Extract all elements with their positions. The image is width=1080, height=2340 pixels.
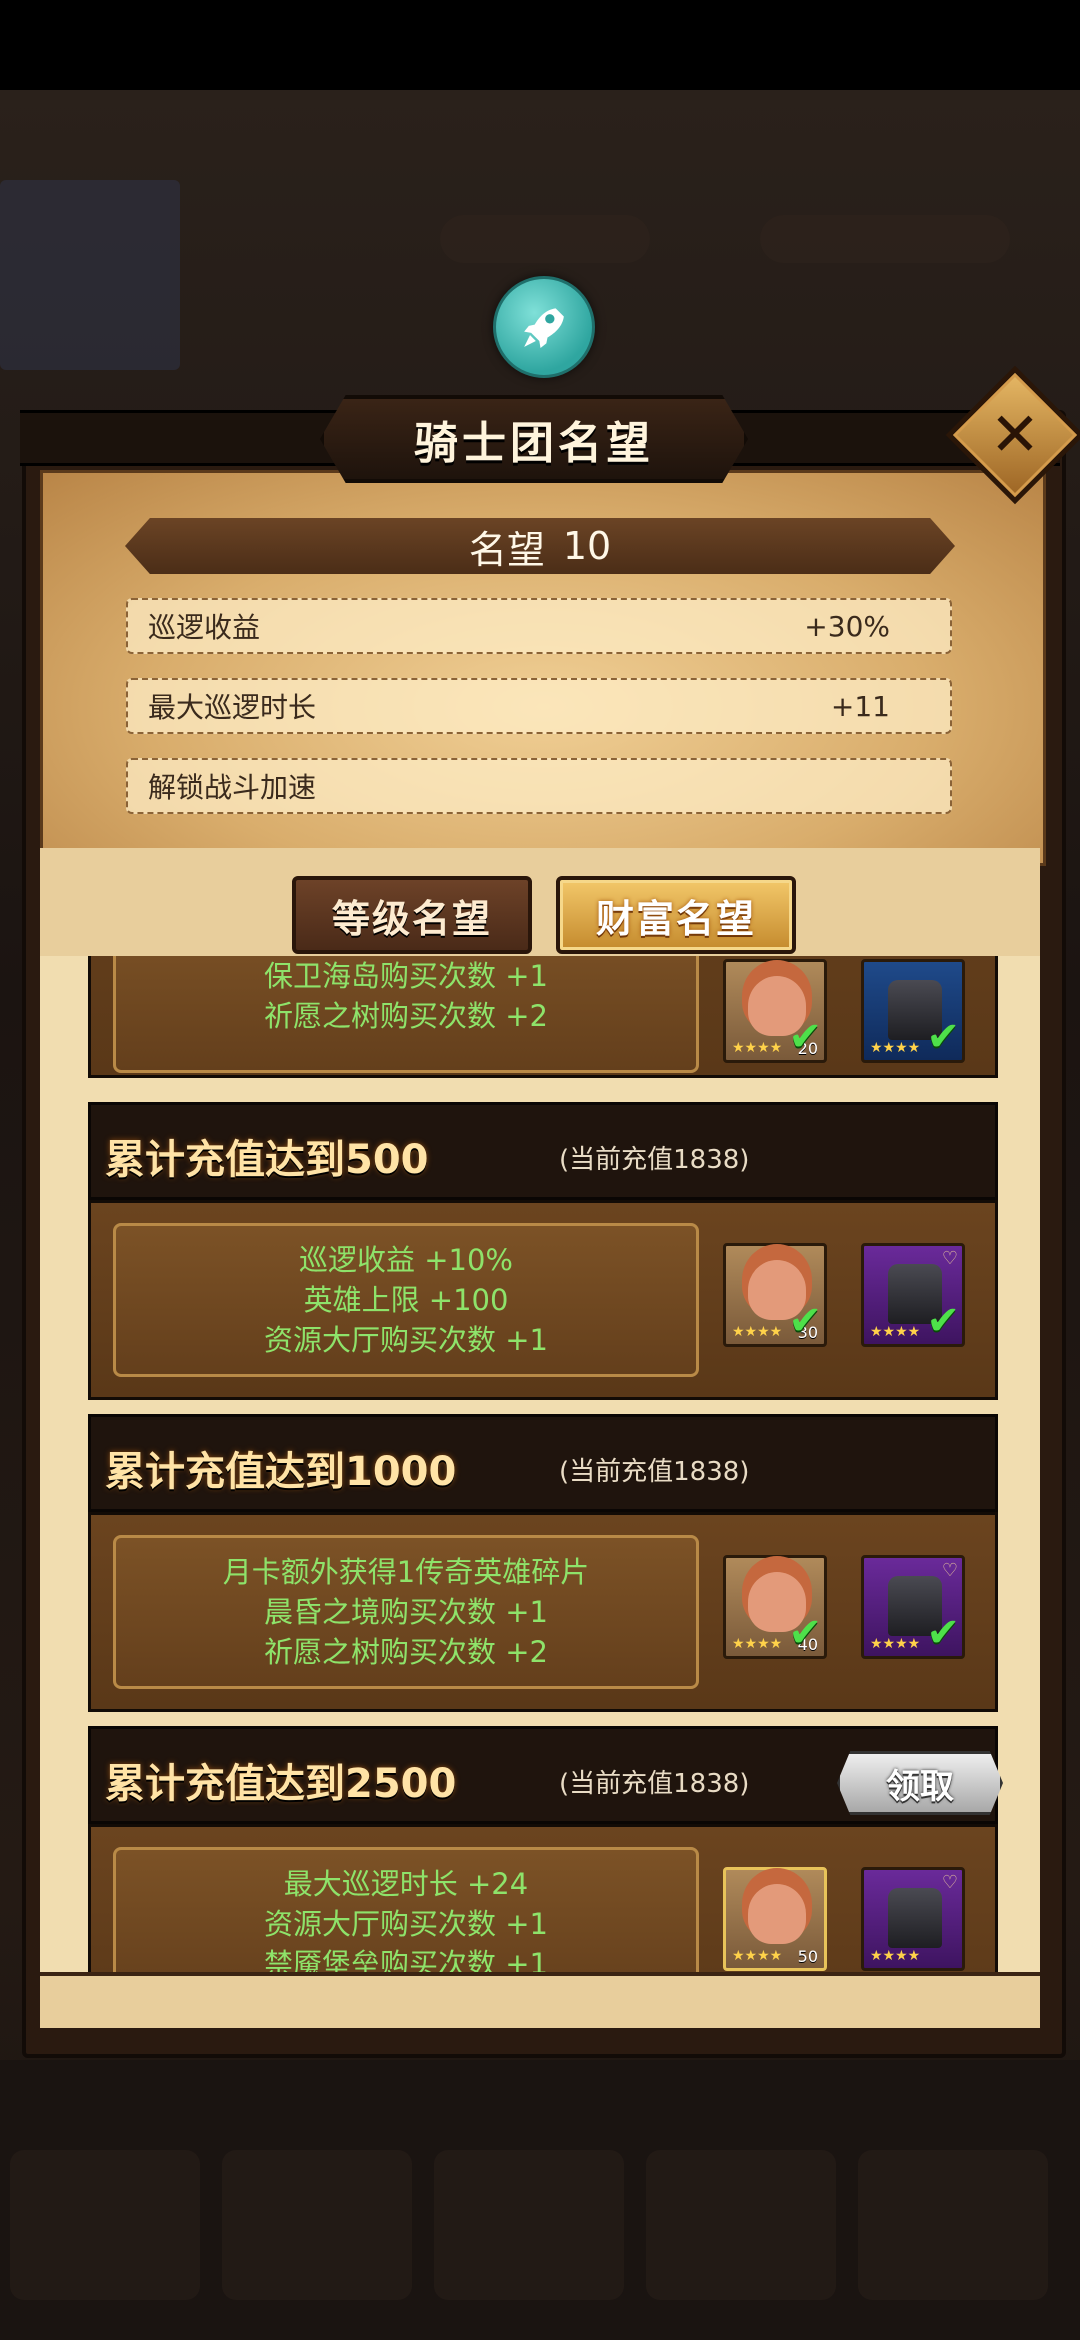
stars-icon: ★★★★ <box>870 1948 921 1964</box>
benefit-list: 月卡额外获得1传奇英雄碎片 晨昏之境购买次数 +1 祈愿之树购买次数 +2 <box>113 1535 699 1689</box>
benefit-text: 巡逻收益 +10% <box>299 1243 513 1277</box>
dock-slot <box>434 2150 624 2300</box>
status-bar <box>0 0 1080 90</box>
rocket-icon[interactable] <box>493 276 595 378</box>
tier-title: 累计充值达到2500 <box>105 1761 457 1807</box>
benefit-list: 巡逻收益 +10% 英雄上限 +100 资源大厅购买次数 +1 <box>113 1223 699 1377</box>
stars-icon: ★★★★ <box>870 1040 921 1056</box>
check-icon: ✔ <box>788 1014 822 1060</box>
tier-current-recharge: (当前充值1838) <box>559 1769 750 1799</box>
bonus-value: +30% <box>804 609 890 643</box>
tier-current-recharge: (当前充值1838) <box>559 1457 750 1487</box>
rocket-glyph <box>524 308 564 348</box>
tier-title: 累计充值达到1000 <box>105 1449 457 1495</box>
benefit-text: 禁魇堡垒购买次数 +1 <box>264 1947 548 1972</box>
heart-icon: ♡ <box>941 1560 958 1581</box>
tier-current-recharge: (当前充值1838) <box>559 1145 750 1175</box>
reward-hero-shard[interactable]: ★★★★ 40 ✔ <box>723 1555 827 1659</box>
tier-header: 累计充值达到2500 (当前充值1838) 领取 <box>88 1726 1003 1824</box>
reward-equipment[interactable]: ♡ ★★★★ <box>861 1867 965 1971</box>
stars-icon: ★★★★ <box>732 1324 783 1340</box>
resource-pill-gem <box>760 215 1010 263</box>
tier-header: 累计充值达到500 (当前充值1838) <box>88 1102 998 1200</box>
tier-body: 巡逻收益 +10% 英雄上限 +100 资源大厅购买次数 +1 ★★★★ 30 … <box>88 1200 998 1400</box>
dock-slot <box>646 2150 836 2300</box>
claim-button-label: 领取 <box>886 1766 954 1807</box>
bonus-name: 最大巡逻时长 <box>148 691 317 724</box>
bonus-name: 巡逻收益 <box>148 611 261 644</box>
tier-header: 累计充值达到1000 (当前充值1838) <box>88 1414 998 1512</box>
tab-wealth-fame[interactable]: 财富名望 <box>556 876 796 954</box>
benefit-text: 保卫海岛购买次数 +1 <box>264 959 548 993</box>
tier-body: 月卡额外获得1传奇英雄碎片 晨昏之境购买次数 +1 祈愿之树购买次数 +2 ★★… <box>88 1512 998 1712</box>
heart-icon: ♡ <box>941 1248 958 1269</box>
dock-slot <box>10 2150 200 2300</box>
bonus-row: 最大巡逻时长 +11 <box>126 678 952 734</box>
tier-list[interactable]: 保卫海岛购买次数 +1 祈愿之树购买次数 +2 ★★★★ 20 ✔ ★★★★ ✔… <box>40 956 1040 1972</box>
benefit-text: 最大巡逻时长 +24 <box>283 1867 529 1901</box>
bonus-row: 巡逻收益 +30% <box>126 598 952 654</box>
bonus-value: +11 <box>830 689 890 723</box>
benefit-text: 英雄上限 +100 <box>303 1283 509 1317</box>
fame-level-ribbon: 名望 10 <box>125 518 955 574</box>
check-icon: ✔ <box>788 1298 822 1344</box>
reward-equipment[interactable]: ♡ ★★★★ ✔ <box>861 1555 965 1659</box>
benefit-list: 保卫海岛购买次数 +1 祈愿之树购买次数 +2 <box>113 956 699 1073</box>
fame-value: 10 <box>562 524 612 568</box>
benefit-text: 晨昏之境购买次数 +1 <box>264 1595 548 1629</box>
stars-icon: ★★★★ <box>870 1636 921 1652</box>
benefit-text: 月卡额外获得1传奇英雄碎片 <box>222 1555 590 1589</box>
close-icon: ✕ <box>989 400 1041 470</box>
player-avatar <box>0 180 180 370</box>
stars-icon: ★★★★ <box>732 1948 783 1964</box>
benefit-text: 资源大厅购买次数 +1 <box>264 1907 548 1941</box>
reward-hero-shard[interactable]: ★★★★ 30 ✔ <box>723 1243 827 1347</box>
claim-button[interactable]: 领取 <box>837 1751 1003 1815</box>
tab-level-fame[interactable]: 等级名望 <box>292 876 532 954</box>
check-icon: ✔ <box>788 1610 822 1656</box>
dock-slot <box>858 2150 1048 2300</box>
dialog-title: 骑士团名望 <box>320 395 748 483</box>
benefit-text: 资源大厅购买次数 +1 <box>264 1323 548 1357</box>
tier-body: 保卫海岛购买次数 +1 祈愿之树购买次数 +2 ★★★★ 20 ✔ ★★★★ ✔ <box>88 956 998 1078</box>
benefit-text: 祈愿之树购买次数 +2 <box>264 999 548 1033</box>
tier-body: 最大巡逻时长 +24 资源大厅购买次数 +1 禁魇堡垒购买次数 +1 ★★★★ … <box>88 1824 998 1972</box>
heart-icon: ♡ <box>941 1872 958 1893</box>
tab-label: 财富名望 <box>595 896 756 941</box>
bonus-name: 解锁战斗加速 <box>148 771 317 804</box>
tab-bar <box>40 848 1040 956</box>
check-icon: ✔ <box>926 1298 960 1344</box>
fame-label: 名望 <box>468 527 545 572</box>
benefit-list: 最大巡逻时长 +24 资源大厅购买次数 +1 禁魇堡垒购买次数 +1 <box>113 1847 699 1972</box>
reward-hero-shard[interactable]: ★★★★ 50 <box>723 1867 827 1971</box>
bonus-row: 解锁战斗加速 <box>126 758 952 814</box>
reward-equipment[interactable]: ★★★★ ✔ <box>861 959 965 1063</box>
tab-label: 等级名望 <box>331 896 492 941</box>
resource-pill-gold <box>440 215 650 263</box>
stars-icon: ★★★★ <box>732 1040 783 1056</box>
check-icon: ✔ <box>926 1014 960 1060</box>
benefit-text: 祈愿之树购买次数 +2 <box>264 1635 548 1669</box>
tier-title: 累计充值达到500 <box>105 1137 429 1183</box>
dialog-bottom-edge <box>40 1972 1040 2028</box>
stars-icon: ★★★★ <box>732 1636 783 1652</box>
reward-equipment[interactable]: ♡ ★★★★ ✔ <box>861 1243 965 1347</box>
dock-slot <box>222 2150 412 2300</box>
stars-icon: ★★★★ <box>870 1324 921 1340</box>
reward-count: 50 <box>797 1947 818 1966</box>
dialog-title-text: 骑士团名望 <box>414 418 654 469</box>
reward-hero-shard[interactable]: ★★★★ 20 ✔ <box>723 959 827 1063</box>
check-icon: ✔ <box>926 1610 960 1656</box>
